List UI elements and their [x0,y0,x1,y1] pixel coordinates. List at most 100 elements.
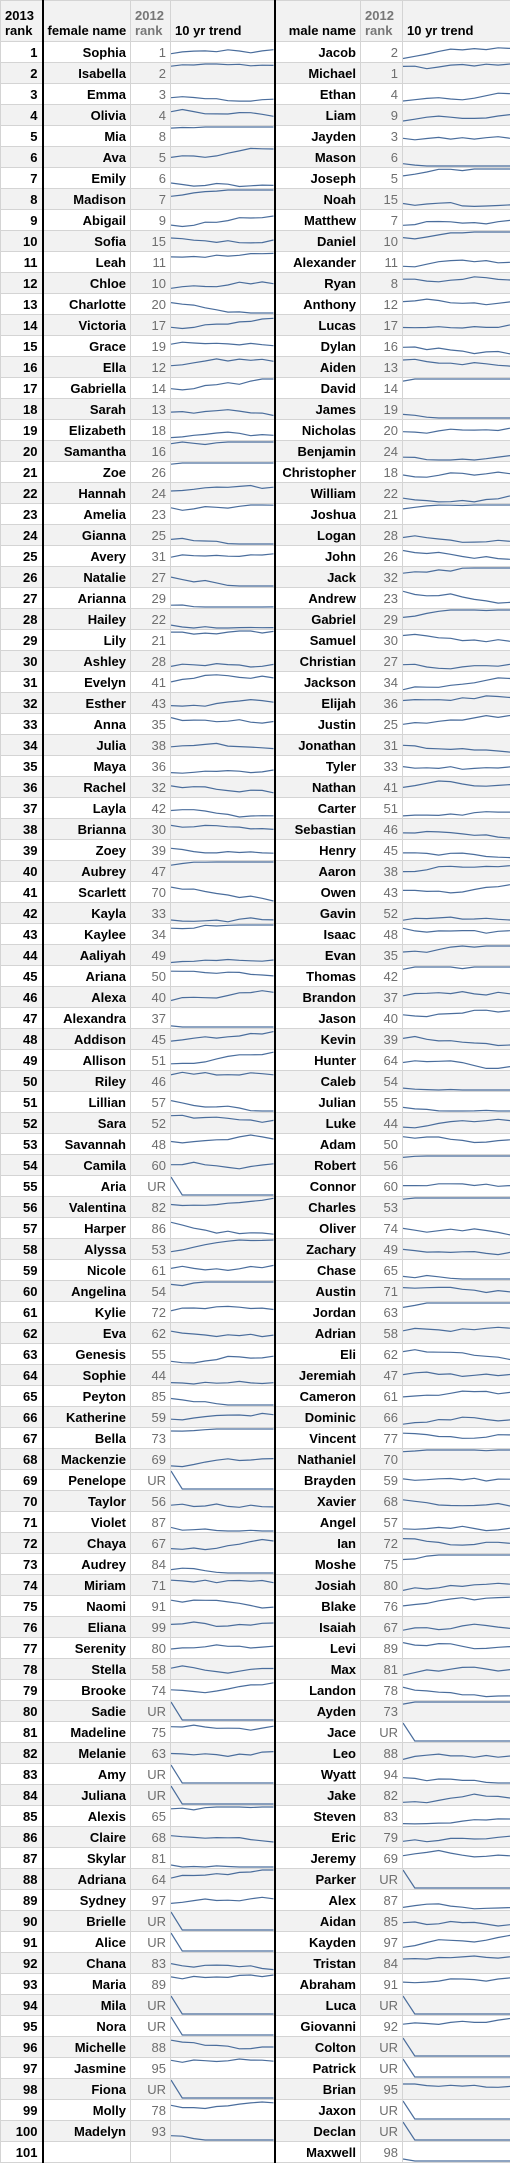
trend-line-chart [403,987,510,1007]
female-trend-sparkline [171,1281,275,1302]
trend-line-chart [403,1911,510,1931]
male-name-cell: Patrick [275,2058,361,2079]
table-row: 101Maxwell98 [1,2142,510,2163]
trend-line-chart [403,483,510,503]
rank-2013-cell: 29 [1,630,43,651]
trend-line-chart [171,693,274,713]
rank-2013-cell: 14 [1,315,43,336]
female-trend-sparkline [171,693,275,714]
female-trend-sparkline [171,1701,275,1722]
trend-line-chart [403,2016,510,2036]
trend-line-chart [403,1449,510,1469]
trend-line [403,1583,510,1590]
trend-line [403,496,510,502]
female-rank-2012-cell: 19 [131,336,171,357]
trend-line-chart [403,1575,510,1595]
table-row: 93Maria89Abraham91 [1,1974,510,1995]
male-rank-2012-cell: 78 [361,1680,403,1701]
trend-line-chart [403,126,510,146]
female-rank-2012-cell: 45 [131,1029,171,1050]
male-trend-sparkline [403,1092,510,1113]
female-name-cell: Bella [43,1428,131,1449]
trend-line-chart [403,273,510,293]
female-trend-sparkline [171,378,275,399]
trend-line [403,664,510,669]
female-trend-sparkline [171,735,275,756]
trend-line [171,216,274,227]
male-name-cell: Michael [275,63,361,84]
trend-line [403,347,510,354]
female-rank-2012-cell: 34 [131,924,171,945]
trend-line-chart [403,168,510,188]
trend-line [403,1478,510,1481]
trend-line [171,1471,274,1489]
male-rank-2012-cell: 1 [361,63,403,84]
male-trend-sparkline [403,2058,510,2079]
trend-line [171,1429,274,1431]
trend-line [171,282,274,288]
male-trend-sparkline [403,42,510,63]
trend-line [403,2059,510,2077]
female-rank-2012-cell: 43 [131,693,171,714]
rank-2013-cell: 52 [1,1113,43,1134]
male-name-cell: Blake [275,1596,361,1617]
trend-line [403,2038,510,2056]
female-rank-2012-cell: 63 [131,1743,171,1764]
rank-2013-cell: 6 [1,147,43,168]
female-trend-sparkline [171,1386,275,1407]
male-rank-2012-cell: 9 [361,105,403,126]
male-rank-2012-cell: 38 [361,861,403,882]
trend-line [403,1539,510,1546]
trend-line [403,1249,510,1254]
female-rank-2012-cell: 12 [131,357,171,378]
female-trend-sparkline [171,2100,275,2121]
female-rank-2012-cell: 11 [131,252,171,273]
male-trend-sparkline [403,546,510,567]
trend-line [403,1287,510,1292]
trend-line [171,342,274,346]
trend-line-chart [171,1533,274,1553]
table-row: 37Layla42Carter51 [1,798,510,819]
trend-line [403,1555,510,1560]
male-rank-2012-cell: 23 [361,588,403,609]
female-rank-2012-cell: 52 [131,1113,171,1134]
trend-line-chart [403,546,510,566]
female-rank-2012-cell: 13 [131,399,171,420]
male-trend-sparkline [403,1050,510,1071]
male-rank-2012-cell: 15 [361,189,403,210]
trend-line [171,1527,274,1531]
trend-line [403,1643,510,1649]
female-rank-2012-cell: 15 [131,231,171,252]
male-name-cell: Jackson [275,672,361,693]
trend-line [171,1600,274,1608]
male-trend-sparkline [403,1365,510,1386]
male-trend-sparkline [403,1134,510,1155]
trend-line-chart [403,924,510,944]
table-row: 35Maya36Tyler33 [1,756,510,777]
trend-line [171,183,274,187]
trend-line-chart [403,1743,510,1763]
trend-line [403,472,510,477]
table-row: 36Rachel32Nathan41 [1,777,510,798]
rank-2013-cell: 27 [1,588,43,609]
male-name-cell: Leo [275,1743,361,1764]
female-trend-sparkline [171,1974,275,1995]
trend-line [403,1119,510,1128]
female-trend-sparkline [171,1176,275,1197]
male-trend-sparkline [403,588,510,609]
female-name-cell: Angelina [43,1281,131,1302]
male-rank-2012-cell: 67 [361,1617,403,1638]
rank-2013-cell: 89 [1,1890,43,1911]
male-rank-2012-cell: 63 [361,1302,403,1323]
trend-line [171,743,274,748]
male-name-cell: Benjamin [275,441,361,462]
trend-line [403,1723,510,1741]
male-name-cell: Sebastian [275,819,361,840]
trend-line-chart [171,1680,274,1700]
female-rank-2012-cell: 16 [131,441,171,462]
trend-line-chart [403,210,510,230]
trend-line [403,2122,510,2140]
trend-line [403,812,510,816]
rank-2013-cell: 58 [1,1239,43,1260]
trend-line [403,1037,510,1046]
